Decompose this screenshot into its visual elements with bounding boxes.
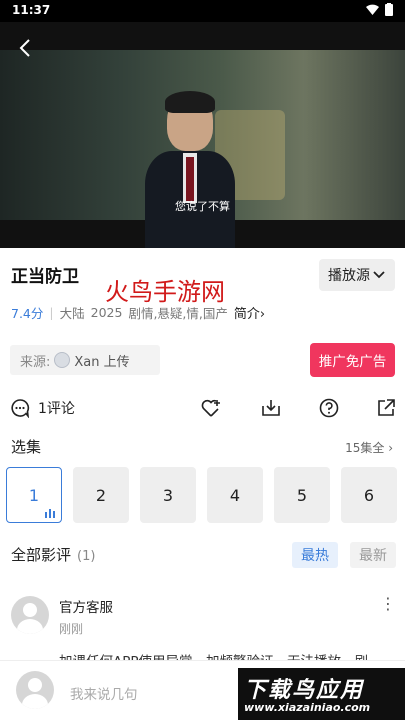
show-genres: 剧情,悬疑,情,国产 (128, 306, 228, 321)
episode-list: 1 2 3 4 5 6 (6, 467, 397, 523)
share-icon (378, 399, 395, 416)
show-year: 2025 (90, 305, 123, 320)
episodes-all-link[interactable]: 15集全 › (345, 439, 393, 456)
title-row: 正当防卫 (11, 262, 79, 287)
chevron-left-icon (19, 39, 30, 57)
battery-icon (385, 3, 393, 16)
episode-item[interactable]: 4 (207, 467, 263, 523)
episode-item[interactable]: 3 (140, 467, 196, 523)
show-score: 7.4分 (11, 306, 44, 321)
review-time: 刚刚 (59, 622, 84, 636)
status-icons (366, 3, 393, 16)
comment-icon (11, 399, 30, 418)
source-label: 来源: (20, 354, 51, 370)
more-options-icon[interactable]: ⋮ (380, 594, 396, 613)
chevron-down-icon (373, 271, 385, 279)
playing-indicator-icon (45, 509, 55, 518)
sort-hot-button[interactable]: 最热 (292, 542, 338, 568)
video-person (145, 91, 235, 248)
download-button[interactable] (260, 397, 282, 419)
help-button[interactable] (318, 397, 340, 419)
status-bar: 11:37 (0, 0, 405, 22)
brand-url: www.xiazainiao.com (244, 701, 371, 714)
reviews-header: 全部影评 (1) (11, 544, 95, 565)
episode-item[interactable]: 2 (73, 467, 129, 523)
play-source-button[interactable]: 播放源 (319, 259, 395, 291)
avatar (16, 671, 54, 709)
back-button[interactable] (12, 38, 38, 64)
download-icon (262, 400, 280, 416)
uploader-name: Xan 上传 (74, 354, 130, 370)
play-source-label: 播放源 (328, 268, 370, 284)
heart-plus-icon (201, 399, 220, 417)
help-icon (319, 398, 339, 418)
comment-input[interactable]: 我来说几句 (70, 683, 138, 703)
episodes-title: 选集 (11, 438, 42, 456)
video-subtitle: 您说了不算 (175, 200, 230, 213)
promo-ad-free-button[interactable]: 推广免广告 (310, 343, 395, 377)
share-button[interactable] (375, 397, 397, 419)
source-info: 来源: Xan 上传 (10, 345, 160, 375)
reviews-count: (1) (77, 549, 96, 564)
review-author[interactable]: 官方客服 (59, 596, 113, 616)
uploader-avatar (54, 352, 71, 368)
show-title: 正当防卫 (11, 267, 79, 287)
brand-watermark: 下载鸟应用 www.xiazainiao.com (238, 668, 405, 720)
comment-button[interactable]: 1评论 (10, 398, 75, 418)
intro-link[interactable]: 简介› (234, 303, 265, 322)
video-player[interactable]: 您说了不算 (0, 22, 405, 248)
wifi-icon (366, 4, 379, 15)
video-frame (0, 50, 405, 248)
show-region: 大陆 (59, 306, 85, 321)
episode-item[interactable]: 6 (341, 467, 397, 523)
episode-item[interactable]: 5 (274, 467, 330, 523)
show-meta: 7.4分 | 大陆 2025 剧情,悬疑,情,国产 简介› (11, 303, 266, 322)
comment-count: 1评论 (38, 401, 75, 417)
favorite-button[interactable] (200, 397, 222, 419)
reviews-title: 全部影评 (11, 546, 72, 564)
episode-item[interactable]: 1 (6, 467, 62, 523)
brand-name: 下载鸟应用 (244, 678, 365, 703)
action-bar: 1评论 (0, 393, 405, 423)
avatar[interactable] (11, 596, 49, 634)
sort-new-button[interactable]: 最新 (350, 542, 396, 568)
watermark-text: 火鸟手游网 (105, 278, 225, 306)
status-time: 11:37 (12, 3, 51, 17)
